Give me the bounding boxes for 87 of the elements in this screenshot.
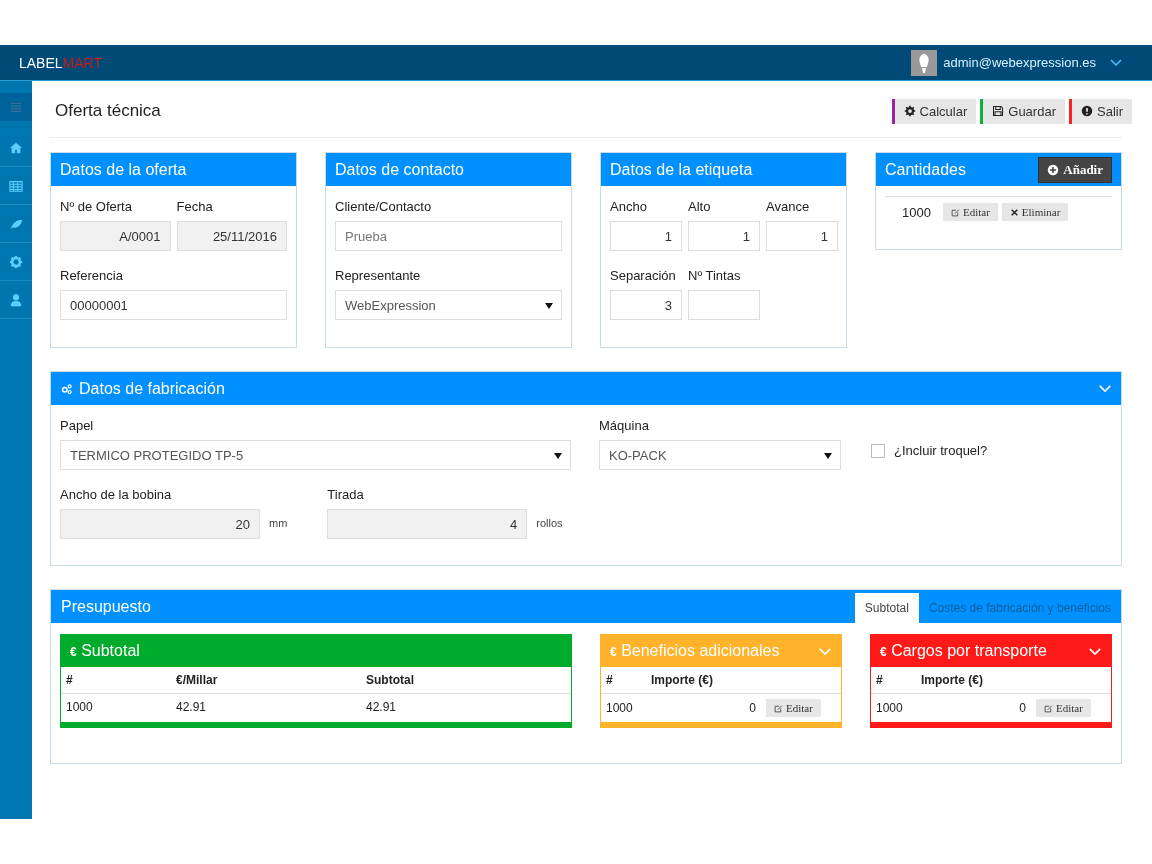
edit-button[interactable]: Editar	[942, 203, 998, 221]
column-header: Subtotal	[361, 667, 571, 694]
coil-width-field[interactable]: 20	[60, 509, 260, 539]
edit-icon	[950, 207, 960, 217]
action-button[interactable]: Calcular	[891, 98, 977, 124]
delete-button[interactable]: Eliminar	[1001, 203, 1069, 221]
action-button[interactable]: Salir	[1069, 98, 1132, 124]
unit-label: rollos	[536, 517, 563, 529]
table-cell: 1000	[61, 693, 171, 720]
machine-select[interactable]: KO-PACK	[599, 440, 841, 470]
table-cell: 0	[646, 693, 761, 722]
field-label: Fecha	[176, 199, 214, 214]
field-label: Referencia	[60, 268, 124, 283]
table-cell: 42.91	[171, 693, 361, 720]
tab[interactable]: Subtotal	[854, 593, 919, 623]
number-field[interactable]: 1	[766, 221, 838, 251]
gears-icon	[61, 382, 73, 395]
chevron-down-icon[interactable]	[1110, 58, 1122, 67]
unit-label: mm	[269, 517, 288, 529]
field-label: Nº de Oferta	[60, 199, 133, 214]
column-header: Importe (€)	[646, 667, 761, 694]
page-title: Oferta técnica	[55, 101, 161, 121]
euro-icon: €	[880, 645, 887, 659]
close-icon	[1009, 207, 1019, 217]
field-label: Papel	[60, 418, 95, 433]
number-field[interactable]: 1	[688, 221, 760, 251]
exclamation-icon	[1081, 105, 1093, 117]
column-header: #	[601, 667, 646, 694]
field-label: Máquina	[599, 418, 650, 433]
app-logo[interactable]: LABELMART	[19, 54, 102, 71]
client-field[interactable]: Prueba	[335, 221, 562, 251]
save-icon	[992, 105, 1005, 117]
card-header: Cantidades Añadir	[876, 153, 1121, 186]
offer-number-field[interactable]: A/0001	[60, 221, 171, 251]
euro-icon: €	[70, 645, 77, 659]
gear-icon	[9, 254, 23, 269]
field-label: Nº Tintas	[688, 268, 742, 283]
field-label: Avance	[766, 199, 811, 214]
card-header: Datos de la etiqueta	[601, 153, 846, 186]
edit-button[interactable]: Editar	[766, 699, 821, 717]
column-header: Importe (€)	[916, 667, 1031, 694]
menu-icon	[9, 100, 23, 114]
field-label: Ancho de la bobina	[60, 487, 173, 502]
field-label: Cliente/Contacto	[335, 199, 433, 214]
date-field[interactable]: 25/11/2016	[176, 221, 287, 251]
table-cell: 1000	[601, 693, 646, 722]
paper-select[interactable]: TERMICO PROTEGIDO TP-5	[60, 440, 571, 470]
representative-select[interactable]: WebExpression	[335, 290, 562, 320]
number-field[interactable]	[688, 290, 760, 320]
edit-icon	[774, 703, 783, 713]
table-icon	[9, 178, 23, 193]
box-title: Beneficios adicionales	[621, 642, 780, 659]
table-cell: 1000	[871, 693, 916, 722]
user-email[interactable]: admin@webexpression.es	[943, 55, 1096, 70]
user-icon	[9, 292, 23, 307]
plus-icon	[1047, 163, 1060, 176]
reference-field[interactable]: 00000001	[60, 290, 287, 320]
field-label: Representante	[335, 268, 422, 283]
number-field[interactable]: 1	[610, 221, 682, 251]
run-field[interactable]: 4	[327, 509, 528, 539]
column-header: €/Millar	[171, 667, 361, 694]
field-label: Tirada	[327, 487, 365, 502]
edit-icon	[1044, 703, 1053, 713]
panel-header: Presupuesto Subtotal Costes de fabricación y beneficios	[51, 590, 1121, 623]
checkbox-label: ¿Incluir troquel?	[894, 443, 988, 458]
field-label: Separación	[610, 268, 677, 283]
card-header: Datos de la oferta	[51, 153, 296, 186]
euro-icon: €	[610, 645, 617, 659]
box-title: Subtotal	[81, 642, 140, 659]
table-cell: 0	[916, 693, 1031, 722]
column-header: #	[61, 667, 171, 694]
chevron-down-icon	[1098, 384, 1112, 393]
number-field[interactable]: 3	[610, 290, 682, 320]
gear-icon	[903, 105, 916, 117]
column-header: #	[871, 667, 916, 694]
add-button[interactable]: Añadir	[1038, 156, 1112, 183]
field-label: Alto	[688, 199, 712, 214]
table-cell: 42.91	[361, 693, 571, 720]
edit-button[interactable]: Editar	[1036, 699, 1091, 717]
field-label: Ancho	[610, 199, 648, 214]
action-button[interactable]: Guardar	[980, 98, 1065, 124]
card-header: Datos de contacto	[326, 153, 571, 186]
home-icon	[9, 140, 23, 155]
box-title: Cargos por transporte	[891, 642, 1047, 659]
checkbox[interactable]	[871, 443, 885, 458]
avatar-icon[interactable]	[911, 49, 938, 76]
quantity-value: 1000	[902, 204, 931, 220]
